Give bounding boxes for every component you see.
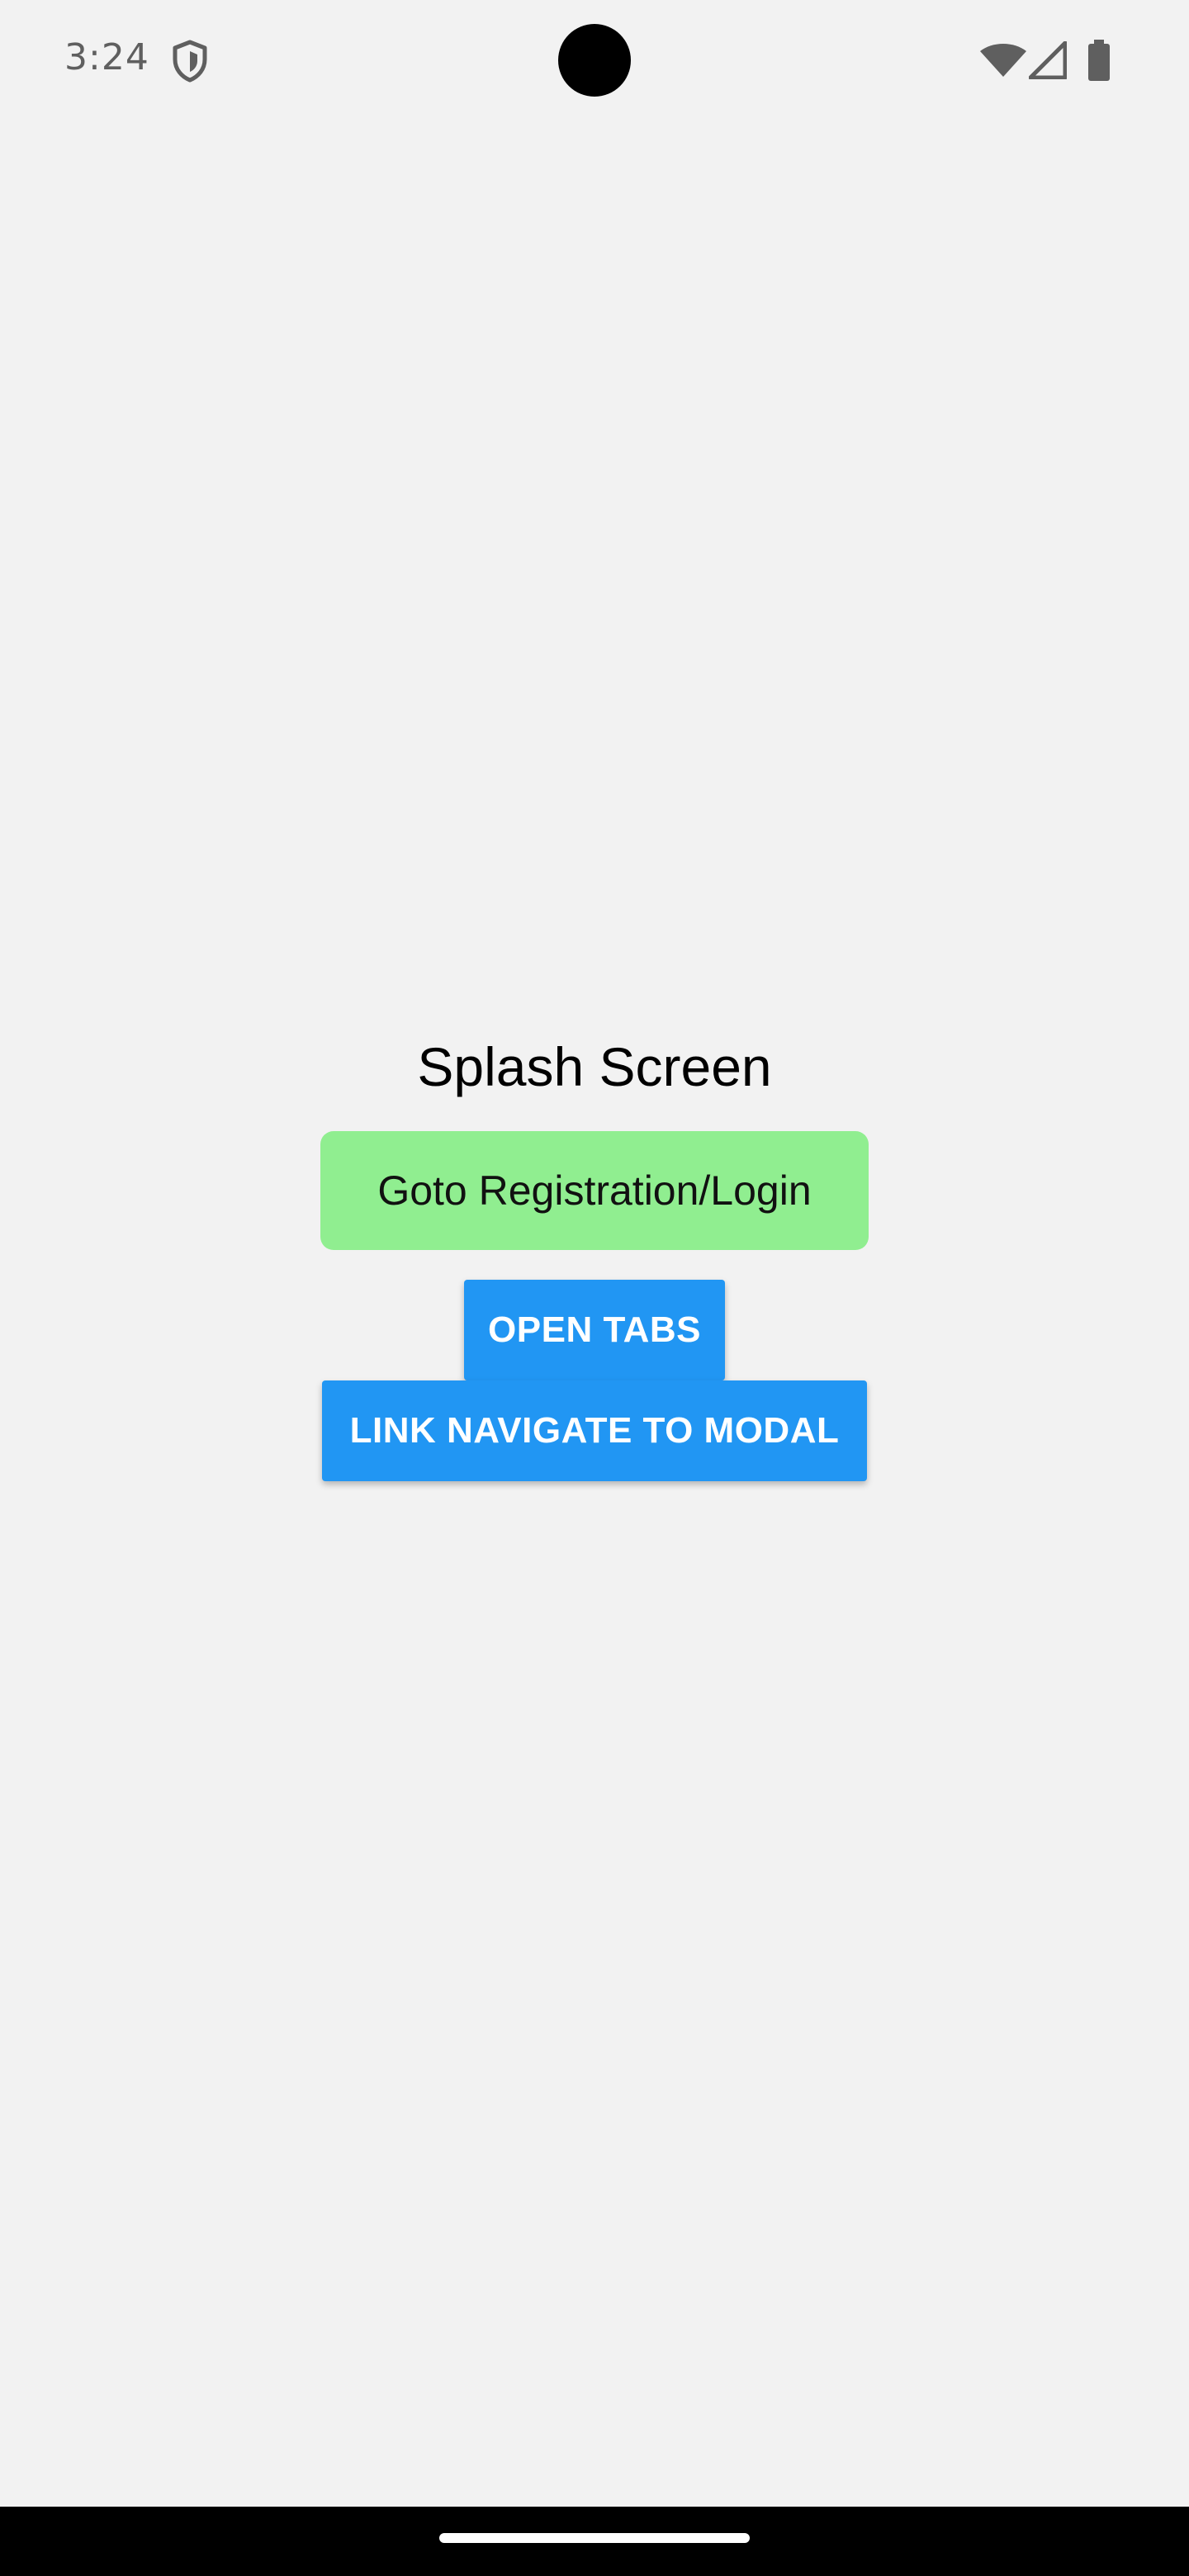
link-navigate-to-modal-button[interactable]: LINK NAVIGATE TO MODAL	[322, 1380, 867, 1481]
shield-icon	[170, 40, 210, 83]
open-tabs-button[interactable]: OPEN TABS	[464, 1280, 725, 1380]
wifi-icon	[979, 43, 1027, 78]
goto-registration-login-button[interactable]: Goto Registration/Login	[320, 1131, 869, 1250]
camera-cutout	[558, 24, 631, 97]
signal-icon	[1028, 40, 1068, 80]
home-indicator[interactable]	[439, 2533, 750, 2543]
status-bar: 3:24	[0, 0, 1189, 121]
page-title: Splash Screen	[417, 1036, 772, 1097]
battery-icon	[1087, 40, 1111, 81]
status-time: 3:24	[64, 36, 149, 78]
